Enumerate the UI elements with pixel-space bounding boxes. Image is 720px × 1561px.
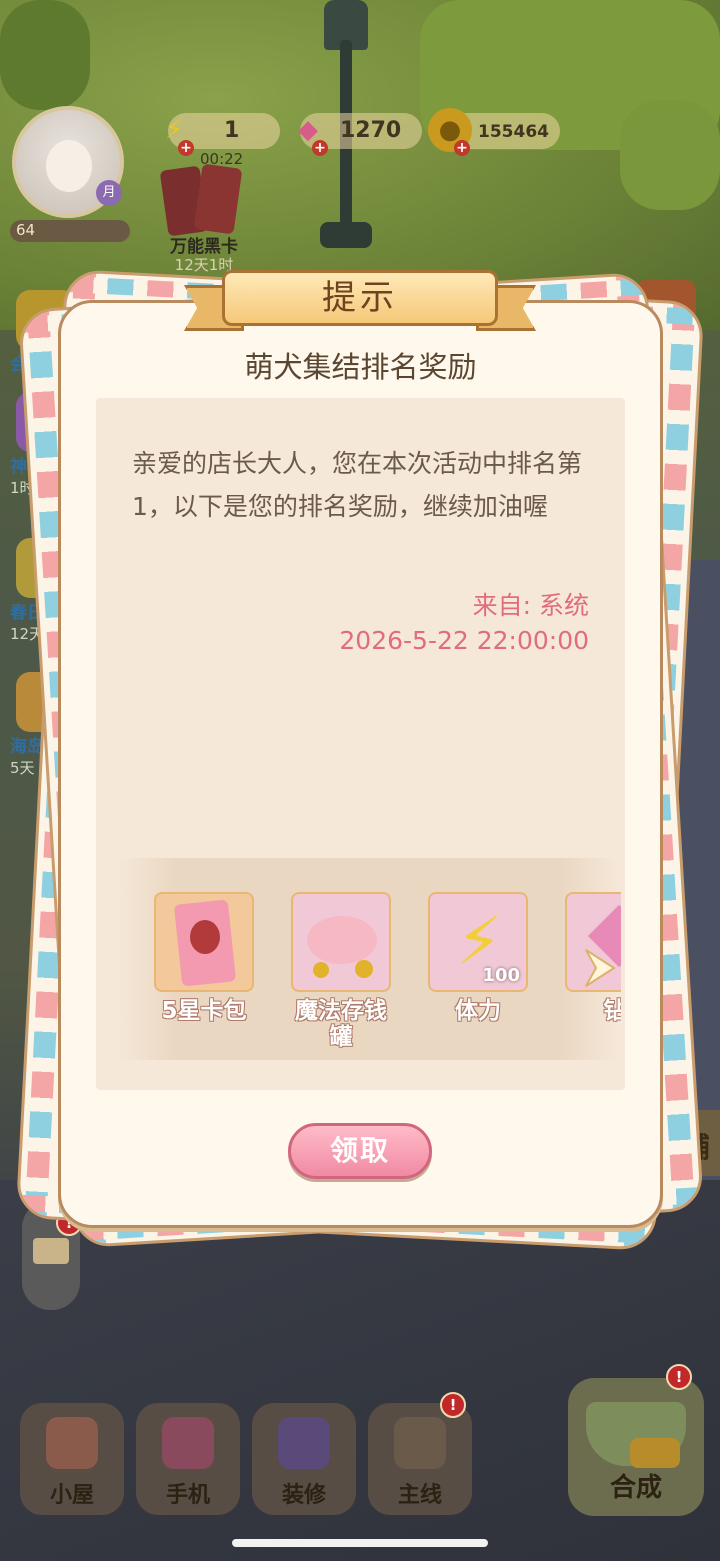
phone-icon xyxy=(162,1417,214,1469)
nav-house-label: 小屋 xyxy=(49,1483,94,1508)
reward-quantity: 100 xyxy=(482,965,520,986)
player-avatar[interactable]: 月 xyxy=(12,106,124,218)
message-text: 亲爱的店长大人，您在本次活动中排名第1，以下是您的排名奖励，继续加油喔 xyxy=(132,449,583,521)
reward-item[interactable]: 5星卡包 xyxy=(152,892,256,1024)
nav-merge-label: 合成 xyxy=(609,1473,662,1503)
dialog-subtitle: 萌犬集结排名奖励 xyxy=(244,350,477,384)
nav-main-story[interactable]: 主线 xyxy=(368,1403,472,1515)
reward-label: 钻 xyxy=(603,998,622,1024)
message-panel: 亲爱的店长大人，您在本次活动中排名第1，以下是您的排名奖励，继续加油喔 来自: … xyxy=(96,398,625,1090)
card-pack-icon xyxy=(154,892,254,992)
main-story-notification-icon: ! xyxy=(440,1392,466,1418)
reward-item[interactable]: 魔法存钱罐 xyxy=(289,892,393,1050)
dialog-title-ribbon: 提示 xyxy=(222,270,498,326)
book-icon xyxy=(394,1417,446,1469)
nav-house[interactable]: 小屋 xyxy=(20,1403,124,1515)
piggy-bank-icon xyxy=(291,892,391,992)
home-indicator[interactable] xyxy=(232,1539,488,1547)
reward-list[interactable]: 5星卡包 魔法存钱罐 ⚡ 100 体力 钻 xyxy=(116,858,621,1060)
bow-icon xyxy=(630,1438,680,1468)
avatar-badge: 月 xyxy=(96,180,122,206)
hedge xyxy=(620,100,720,210)
stamina-value: 1 xyxy=(224,118,240,143)
nav-merge[interactable]: 合成 xyxy=(568,1378,704,1516)
nav-main-story-label: 主线 xyxy=(397,1483,442,1508)
card-icon xyxy=(193,163,243,235)
gems-value: 1270 xyxy=(340,118,402,143)
dialog-title: 提示 xyxy=(322,278,398,318)
reward-label: 体力 xyxy=(455,998,501,1024)
avatar-face xyxy=(46,140,92,192)
player-level: 64 xyxy=(16,221,36,239)
lightning-icon: ⚡ 100 xyxy=(428,892,528,992)
house-icon xyxy=(46,1417,98,1469)
nav-phone-label: 手机 xyxy=(165,1483,210,1508)
reward-item[interactable]: ⚡ 100 体力 xyxy=(426,892,530,1024)
add-stamina-button[interactable]: + xyxy=(178,140,194,156)
add-coins-button[interactable]: + xyxy=(454,140,470,156)
coins-value: 155464 xyxy=(478,122,549,142)
paint-brush-icon xyxy=(278,1417,330,1469)
claim-button[interactable]: 领取 xyxy=(288,1123,432,1179)
tree xyxy=(0,0,90,110)
nav-phone[interactable]: 手机 xyxy=(136,1403,240,1515)
message-sender: 来自: 系统 xyxy=(472,591,589,620)
reward-label: 魔法存钱罐 xyxy=(295,998,387,1050)
reward-label: 5星卡包 xyxy=(161,998,247,1024)
message-date: 2026-5-22 22:00:00 xyxy=(339,626,589,655)
add-gems-button[interactable]: + xyxy=(312,140,328,156)
merge-notification-icon: ! xyxy=(666,1364,692,1390)
nav-decorate[interactable]: 装修 xyxy=(252,1403,356,1515)
card-event-button[interactable]: 万能黑卡 12天1时 xyxy=(158,162,250,274)
scroll-right-arrow-icon[interactable] xyxy=(580,946,620,990)
nav-decorate-label: 装修 xyxy=(281,1483,326,1508)
claim-button-label: 领取 xyxy=(329,1134,390,1167)
mail-icon xyxy=(33,1238,69,1264)
